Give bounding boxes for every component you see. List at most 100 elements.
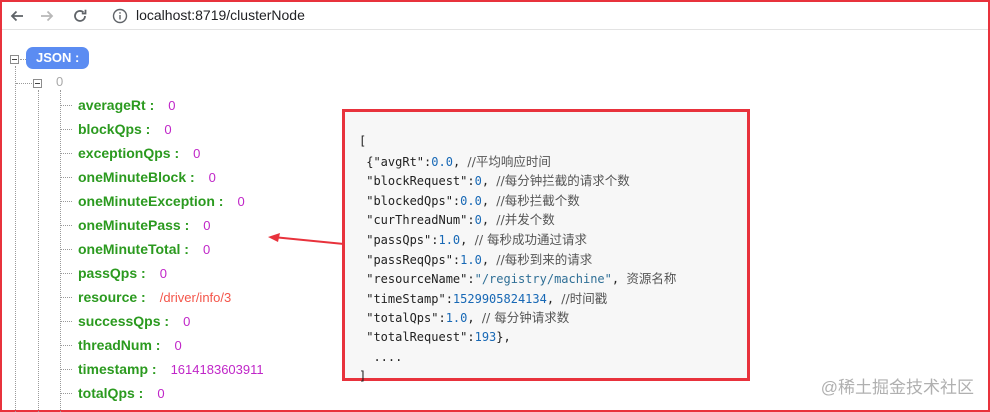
code-code: "blockRequest": [359,174,475,189]
back-button[interactable] [6,5,28,27]
code-tail: , [481,174,497,189]
tree-connector [60,177,72,178]
code-line: {"avgRt":0.0, //平均响应时间 [359,152,676,172]
tree-row-value: 0 [208,169,216,185]
code-num: 0 [474,174,482,189]
tree-row-key: threadNum : [78,337,161,353]
address-bar-url[interactable]: localhost:8719/clusterNode [136,7,305,23]
tree-row-key: oneMinuteBlock : [78,169,195,185]
code-tail: , [481,252,497,267]
code-comment: 资源名称 [626,271,677,287]
tree-row-key: timestamp : [78,361,157,377]
code-code: "totalRequest": [359,329,475,344]
json-tree-view: JSON : 0 averageRt :0 blockQps :0 exceptio… [0,40,340,412]
reload-button[interactable] [69,5,91,27]
tree-row: oneMinuteException : 0 [78,191,245,211]
tree-connector [38,90,39,412]
code-line: "curThreadNum":0, //并发个数 [359,210,676,230]
code-tail: , [481,193,497,208]
code-tail: }, [496,329,511,344]
tree-row: threadNum : 0 [78,335,182,355]
json-root-badge[interactable]: JSON : [26,47,90,69]
code-num: 0.0 [431,154,453,169]
tree-row: totalQps : 0 [78,383,165,403]
watermark: @稀土掘金技术社区 [820,378,974,397]
tree-row-value: 0 [157,385,165,401]
code-line: "timeStamp":1529905824134, //时间戳 [359,289,676,309]
code-tail: , [546,291,562,306]
tree-connector [60,153,72,154]
code-code: {"avgRt": [359,154,432,169]
code-comment: //并发个数 [496,212,555,228]
code-comment: //每分钟拦截的请求个数 [496,173,630,189]
tree-row-key: oneMinuteException : [78,193,224,209]
tree-connector [60,129,72,130]
collapse-root-toggle[interactable] [10,55,19,64]
browser-toolbar: localhost:8719/clusterNode [2,2,988,30]
code-comment: //每秒到来的请求 [496,251,593,267]
tree-row-value: 0 [183,313,191,329]
code-code: [ [359,134,367,148]
code-code: "totalQps": [359,311,446,326]
code-comment: // 每秒成功通过请求 [474,231,588,247]
code-code: "resourceName": [359,272,475,287]
code-line: "blockedQps":0.0, //每秒拦截个数 [359,191,676,211]
code-line: "passQps":1.0, // 每秒成功通过请求 [359,230,676,250]
code-line: "totalRequest":193}, [359,328,676,348]
tree-connector [60,345,72,346]
code-line: "blockRequest":0, //每分钟拦截的请求个数 [359,171,676,191]
forward-button[interactable] [36,5,58,27]
tree-connector [60,105,72,106]
code-num: 193 [474,329,497,344]
tree-connector [60,393,72,394]
code-num: 1.0 [445,311,468,326]
code-code: "passQps": [359,232,439,247]
tree-connector [16,83,32,84]
tree-connector [60,321,72,322]
code-code: ] [359,369,367,384]
tree-row: oneMinuteTotal : 0 [78,239,210,259]
code-code: "timeStamp": [359,291,453,306]
tree-row: successQps : 0 [78,311,190,331]
tree-row: oneMinutePass : 0 [78,215,210,235]
arrow-left-icon [10,10,23,22]
tree-row-key: averageRt : [78,97,155,113]
array-index-label[interactable]: 0 [56,74,63,89]
tree-row-value: 0 [159,265,167,281]
code-line: .... [359,348,676,368]
code-num: 1.0 [438,232,461,247]
code-comment: //平均响应时间 [467,153,551,169]
code-code: "passReqQps": [359,252,461,267]
tree-row: timestamp : 1614183603911 [78,359,264,379]
tree-row-key: blockQps : [78,121,151,137]
code-code: "curThreadNum": [359,213,475,228]
info-icon[interactable] [112,8,128,24]
tree-row: blockQps : 0 [78,119,172,139]
annotation-box: [ {"avgRt":0.0, //平均响应时间 "blockRequest":… [342,109,750,383]
code-line: "totalQps":1.0, // 每分钟请求数 [359,308,676,328]
tree-row-value: 0 [203,217,211,233]
tree-row-key: oneMinuteTotal : [78,241,189,257]
collapse-index-toggle[interactable] [33,79,42,88]
tree-row-key: totalQps : [78,385,144,401]
tree-row-value: 0 [174,337,182,353]
tree-row-value: 0 [237,193,245,209]
tree-connector [15,66,16,412]
code-comment: //每秒拦截个数 [496,192,580,208]
code-tail: , [481,213,497,228]
tree-row-key: exceptionQps : [78,145,180,161]
tree-row: oneMinuteBlock : 0 [78,167,216,187]
code-code: .... [359,349,403,364]
tree-connector [60,90,61,412]
code-line: ] [359,367,676,387]
code-tail: , [467,311,482,326]
annotated-json-code: [ {"avgRt":0.0, //平均响应时间 "blockRequest":… [359,132,676,387]
code-line: "resourceName":"/registry/machine", 资源名称 [359,269,676,289]
tree-row: passQps : 0 [78,263,167,283]
code-tail: , [611,272,627,287]
tree-connector [60,249,72,250]
reload-icon [74,9,87,22]
tree-row-value: 1614183603911 [170,361,264,377]
tree-row-value: 0 [193,145,201,161]
tree-row-key: successQps : [78,313,170,329]
